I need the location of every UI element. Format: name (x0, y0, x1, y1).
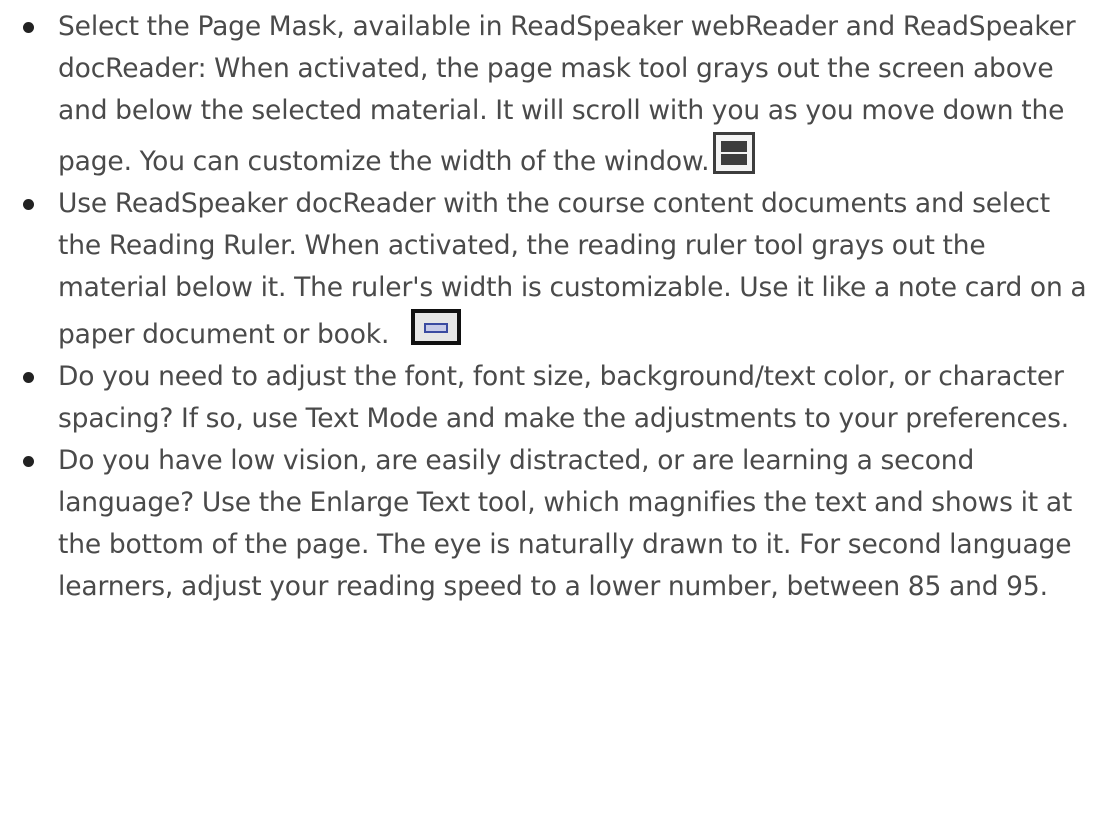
bullet-text-enlarge-text: Do you have low vision, are easily distr… (58, 445, 1073, 602)
reading-ruler-icon (411, 309, 462, 345)
list-item-reading-ruler: Use ReadSpeaker docReader with the cours… (0, 183, 1102, 356)
bullet-dot (23, 372, 34, 383)
list-item-enlarge-text: Do you have low vision, are easily distr… (0, 440, 1102, 608)
bullet-dot (23, 22, 34, 33)
tips-bullet-list: Select the Page Mask, available in ReadS… (0, 6, 1102, 608)
list-item-page-mask: Select the Page Mask, available in ReadS… (0, 6, 1102, 183)
bullet-text-text-mode: Do you need to adjust the font, font siz… (58, 361, 1070, 434)
bullet-text-reading-ruler: Use ReadSpeaker docReader with the cours… (58, 188, 1087, 350)
page-mask-icon (713, 132, 756, 174)
bullet-text-page-mask: Select the Page Mask, available in ReadS… (58, 11, 1076, 177)
bullet-dot (23, 456, 34, 467)
bullet-dot (23, 199, 34, 210)
list-item-text-mode: Do you need to adjust the font, font siz… (0, 356, 1102, 440)
